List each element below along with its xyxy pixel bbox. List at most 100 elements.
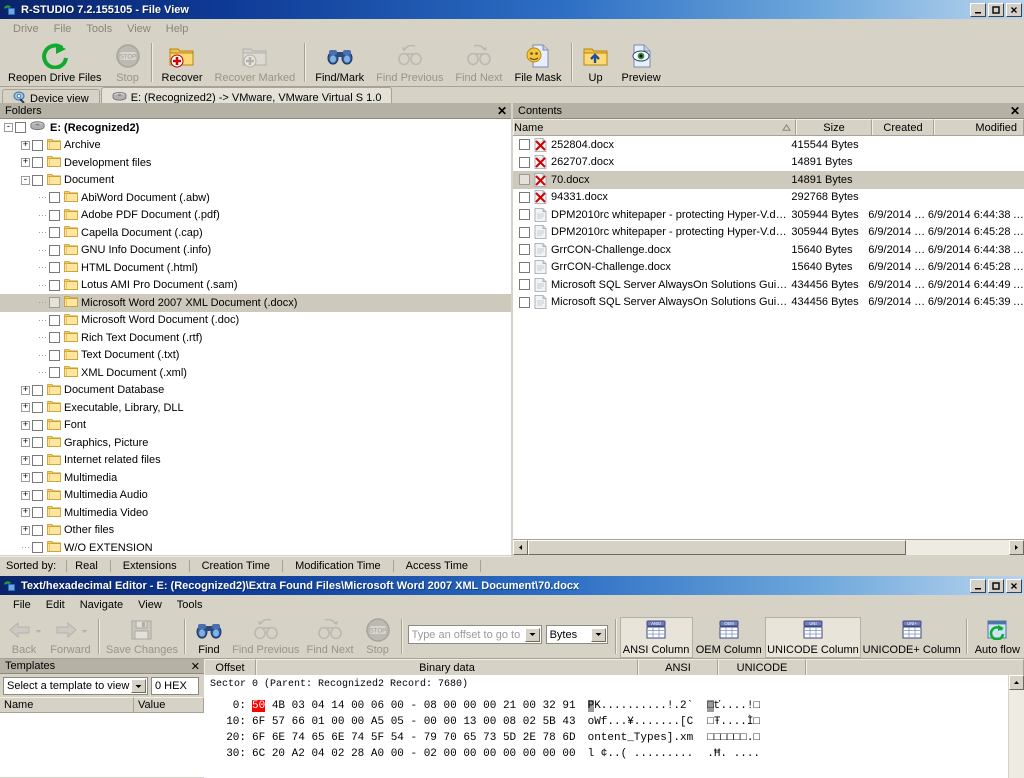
tree-item-checkbox[interactable]: [49, 192, 60, 204]
hex-byte[interactable]: 28: [351, 748, 364, 760]
toolbar-up-button[interactable]: Up: [576, 41, 616, 86]
tree-item[interactable]: ⋯ GNU Info Document (.info): [0, 242, 511, 260]
hex-unicode-column-button[interactable]: UNI+ UNICODE+ Column: [861, 617, 963, 658]
hscroll-track[interactable]: [528, 540, 1009, 555]
toolbar-recover-marked-button[interactable]: Recover Marked: [209, 41, 302, 86]
hex-byte[interactable]: 57: [272, 716, 285, 728]
hex-oem-column-button[interactable]: OEM OEM Column: [693, 617, 765, 658]
file-row-checkbox[interactable]: [519, 261, 530, 273]
file-row-checkbox[interactable]: [519, 226, 530, 238]
menu-view[interactable]: View: [120, 21, 159, 37]
hex-byte[interactable]: 4B: [272, 700, 285, 712]
hex-ansi-column-button[interactable]: ANSI ANSI Column: [619, 617, 693, 658]
hex-line[interactable]: 10: 6F 57 66 01 00 00 A5 05 - 00 00 13 00…: [204, 714, 1008, 730]
menu-drive[interactable]: Drive: [6, 21, 47, 37]
hex-byte[interactable]: 02: [331, 748, 344, 760]
minimize-button[interactable]: [970, 2, 986, 17]
toolbar-stop-button[interactable]: STOP Stop: [108, 41, 148, 86]
chevron-down-icon[interactable]: [81, 625, 88, 637]
tree-item[interactable]: + Other files: [0, 522, 511, 540]
hex-byte[interactable]: 00: [562, 748, 575, 760]
hex-byte[interactable]: 43: [562, 716, 575, 728]
scroll-left-button[interactable]: [513, 540, 528, 555]
tree-item[interactable]: + Archive: [0, 137, 511, 155]
tree-item-checkbox[interactable]: [49, 209, 60, 221]
toolbar-find-mark-button[interactable]: Find/Mark: [309, 41, 370, 86]
file-row[interactable]: DPM2010rc whitepaper - protecting Hyper-…: [513, 224, 1024, 242]
hex-byte[interactable]: 03: [292, 700, 305, 712]
hex-toolbar-find-button[interactable]: Find: [189, 617, 229, 658]
tree-expander[interactable]: +: [21, 525, 30, 535]
hex-byte[interactable]: 6F: [252, 716, 265, 728]
tree-item-checkbox[interactable]: [49, 349, 60, 361]
file-row[interactable]: 262707.docx 14891 Bytes: [513, 154, 1024, 172]
hex-byte[interactable]: 5F: [371, 732, 384, 744]
file-row[interactable]: 70.docx 14891 Bytes: [513, 171, 1024, 189]
tree-item[interactable]: + Font: [0, 417, 511, 435]
file-row-checkbox[interactable]: [519, 139, 530, 151]
tree-item[interactable]: ⋯ HTML Document (.html): [0, 259, 511, 277]
tree-expander[interactable]: +: [21, 420, 30, 430]
tree-expander[interactable]: +: [21, 140, 30, 150]
tree-item[interactable]: + Multimedia Video: [0, 504, 511, 522]
hex-byte[interactable]: 20: [272, 748, 285, 760]
tree-item-checkbox[interactable]: [15, 122, 26, 134]
hex-line[interactable]: 0: 50 4B 03 04 14 00 06 00 - 08 00 00 00 …: [204, 698, 1008, 714]
hex-menu-navigate[interactable]: Navigate: [73, 597, 131, 613]
hex-byte[interactable]: 6E: [272, 732, 285, 744]
file-row-checkbox[interactable]: [519, 209, 530, 221]
close-button[interactable]: [1006, 2, 1022, 17]
toolbar-find-next-button[interactable]: Find Next: [449, 41, 508, 86]
hex-toolbar-forward-button[interactable]: Forward: [46, 617, 95, 658]
scroll-right-button[interactable]: [1009, 540, 1024, 555]
tree-item[interactable]: + Document Database: [0, 382, 511, 400]
close-button[interactable]: [1006, 578, 1022, 593]
hex-byte[interactable]: 00: [463, 748, 476, 760]
file-row-checkbox[interactable]: [519, 156, 530, 168]
tree-item[interactable]: + Development files: [0, 154, 511, 172]
tree-expander[interactable]: -: [21, 175, 30, 185]
file-row[interactable]: 252804.docx 415544 Bytes: [513, 136, 1024, 154]
tree-expander[interactable]: +: [21, 158, 30, 168]
tree-item-checkbox[interactable]: [49, 244, 60, 256]
tree-item-checkbox[interactable]: [49, 297, 60, 309]
hex-byte[interactable]: 13: [463, 716, 476, 728]
hex-unicode-column-button[interactable]: UNI UNICODE Column: [764, 617, 861, 658]
hex-menu-view[interactable]: View: [131, 597, 170, 613]
tree-item[interactable]: + Multimedia Audio: [0, 487, 511, 505]
tree-expander[interactable]: +: [21, 455, 30, 465]
tree-item[interactable]: + Graphics, Picture: [0, 434, 511, 452]
hex-byte[interactable]: 32: [543, 700, 556, 712]
hex-byte[interactable]: 54: [391, 732, 404, 744]
hex-byte[interactable]: 00: [523, 748, 536, 760]
hex-byte[interactable]: A2: [292, 748, 305, 760]
hex-byte[interactable]: 00: [444, 700, 457, 712]
hex-byte[interactable]: A0: [371, 748, 384, 760]
menu-file[interactable]: File: [47, 21, 80, 37]
tree-item[interactable]: + Executable, Library, DLL: [0, 399, 511, 417]
file-row[interactable]: 94331.docx 292768 Bytes: [513, 189, 1024, 207]
hex-line[interactable]: 30: 6C 20 A2 04 02 28 A0 00 - 02 00 00 00…: [204, 746, 1008, 762]
hex-byte[interactable]: 14: [331, 700, 344, 712]
hex-col-offset[interactable]: Offset: [204, 659, 256, 675]
hex-toolbar-find-previous-button[interactable]: Find Previous: [229, 617, 303, 658]
close-icon[interactable]: ✕: [1010, 105, 1020, 117]
tree-item-checkbox[interactable]: [32, 454, 43, 466]
tree-item-checkbox[interactable]: [32, 542, 43, 554]
template-offset-field[interactable]: 0 HEX: [151, 677, 199, 695]
chevron-down-icon[interactable]: [131, 679, 146, 693]
hex-byte[interactable]: 5D: [503, 732, 516, 744]
contents-column-name[interactable]: Name: [513, 119, 796, 135]
tree-item-checkbox[interactable]: [32, 157, 43, 169]
hex-menu-edit[interactable]: Edit: [39, 597, 73, 613]
toolbar-reopen-drive-files-button[interactable]: Reopen Drive Files: [2, 41, 108, 86]
tree-expander[interactable]: +: [21, 403, 30, 413]
file-row-checkbox[interactable]: [519, 279, 530, 291]
tree-item[interactable]: ⋯ Capella Document (.cap): [0, 224, 511, 242]
tree-item-checkbox[interactable]: [32, 507, 43, 519]
close-icon[interactable]: ✕: [191, 660, 200, 673]
hex-byte[interactable]: 6C: [252, 748, 265, 760]
hex-byte[interactable]: 2E: [523, 732, 536, 744]
contents-column-created[interactable]: Created: [872, 119, 934, 135]
tree-item[interactable]: + Internet related files: [0, 452, 511, 470]
